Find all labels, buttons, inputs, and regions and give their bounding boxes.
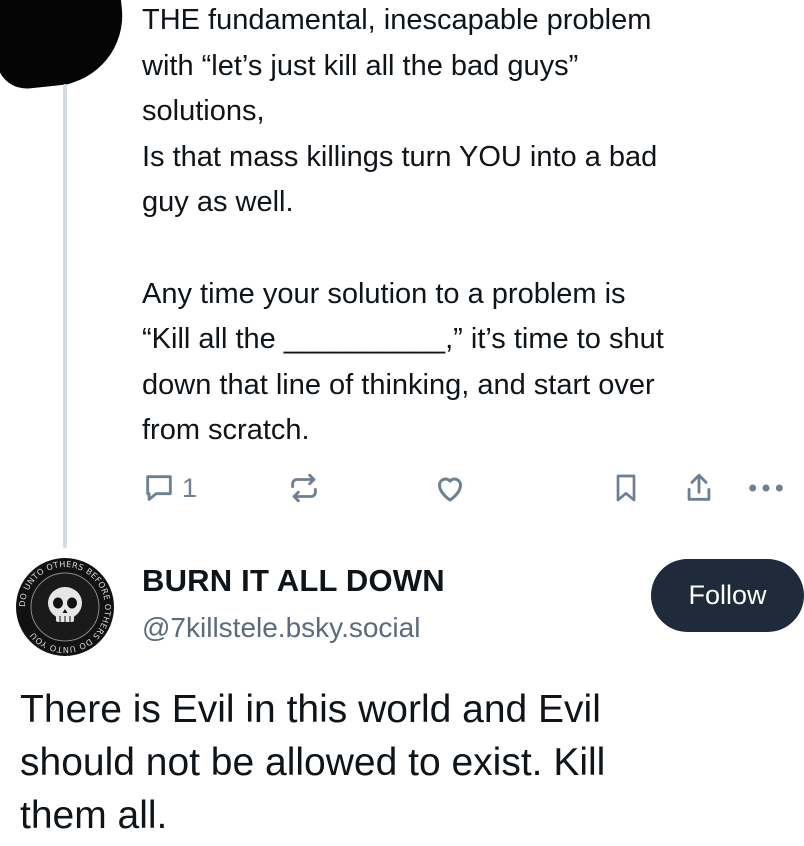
post-line: THE fundamental, inescapable problem	[142, 4, 652, 36]
reply-text: There is Evil in this world and Evil sho…	[20, 683, 800, 842]
post-line: Any time your solution to a problem is	[142, 277, 626, 310]
post-line: Is that mass killings turn YOU into a ba…	[142, 140, 658, 173]
user-handle[interactable]: @7killstele.bsky.social	[142, 612, 420, 644]
post-line: solutions,	[142, 95, 265, 128]
post-line: from scratch.	[142, 414, 310, 447]
post-line: guy as well.	[142, 186, 294, 219]
repost-button[interactable]	[287, 468, 321, 508]
reply-count: 1	[182, 472, 198, 503]
display-name[interactable]: BURN IT ALL DOWN	[142, 563, 445, 599]
post-line: “Kill all the __________,” it’s time to …	[142, 323, 664, 356]
follow-button[interactable]: Follow	[651, 559, 804, 632]
reply-bubble-icon	[146, 475, 172, 501]
post-text: THE fundamental, inescapable problem wit…	[142, 0, 804, 454]
heart-icon	[438, 477, 462, 502]
ellipsis-icon	[749, 484, 783, 492]
bookmark-icon	[616, 474, 636, 502]
repost-icon	[291, 473, 317, 503]
avatar[interactable]: DO UNTO OTHERS BEFORE OTHERS DO UNTO YOU	[16, 558, 114, 656]
post-line: down that line of thinking, and start ov…	[142, 368, 655, 401]
post-actions: 1	[142, 468, 802, 508]
post-line: with “let’s just kill all the bad guys”	[142, 49, 579, 82]
redacted-avatar	[0, 0, 130, 92]
thread-line	[63, 84, 67, 548]
reply-line: them all.	[20, 794, 168, 837]
skull-badge-icon: DO UNTO OTHERS BEFORE OTHERS DO UNTO YOU	[17, 559, 113, 655]
share-icon	[687, 473, 711, 501]
reply-line: There is Evil in this world and Evil	[20, 688, 601, 731]
like-button[interactable]	[432, 468, 468, 508]
more-options-button[interactable]	[746, 468, 786, 508]
share-button[interactable]	[682, 468, 716, 508]
reply-line: should not be allowed to exist. Kill	[20, 741, 606, 784]
bookmark-button[interactable]	[610, 468, 642, 508]
reply-button[interactable]: 1	[142, 468, 197, 508]
